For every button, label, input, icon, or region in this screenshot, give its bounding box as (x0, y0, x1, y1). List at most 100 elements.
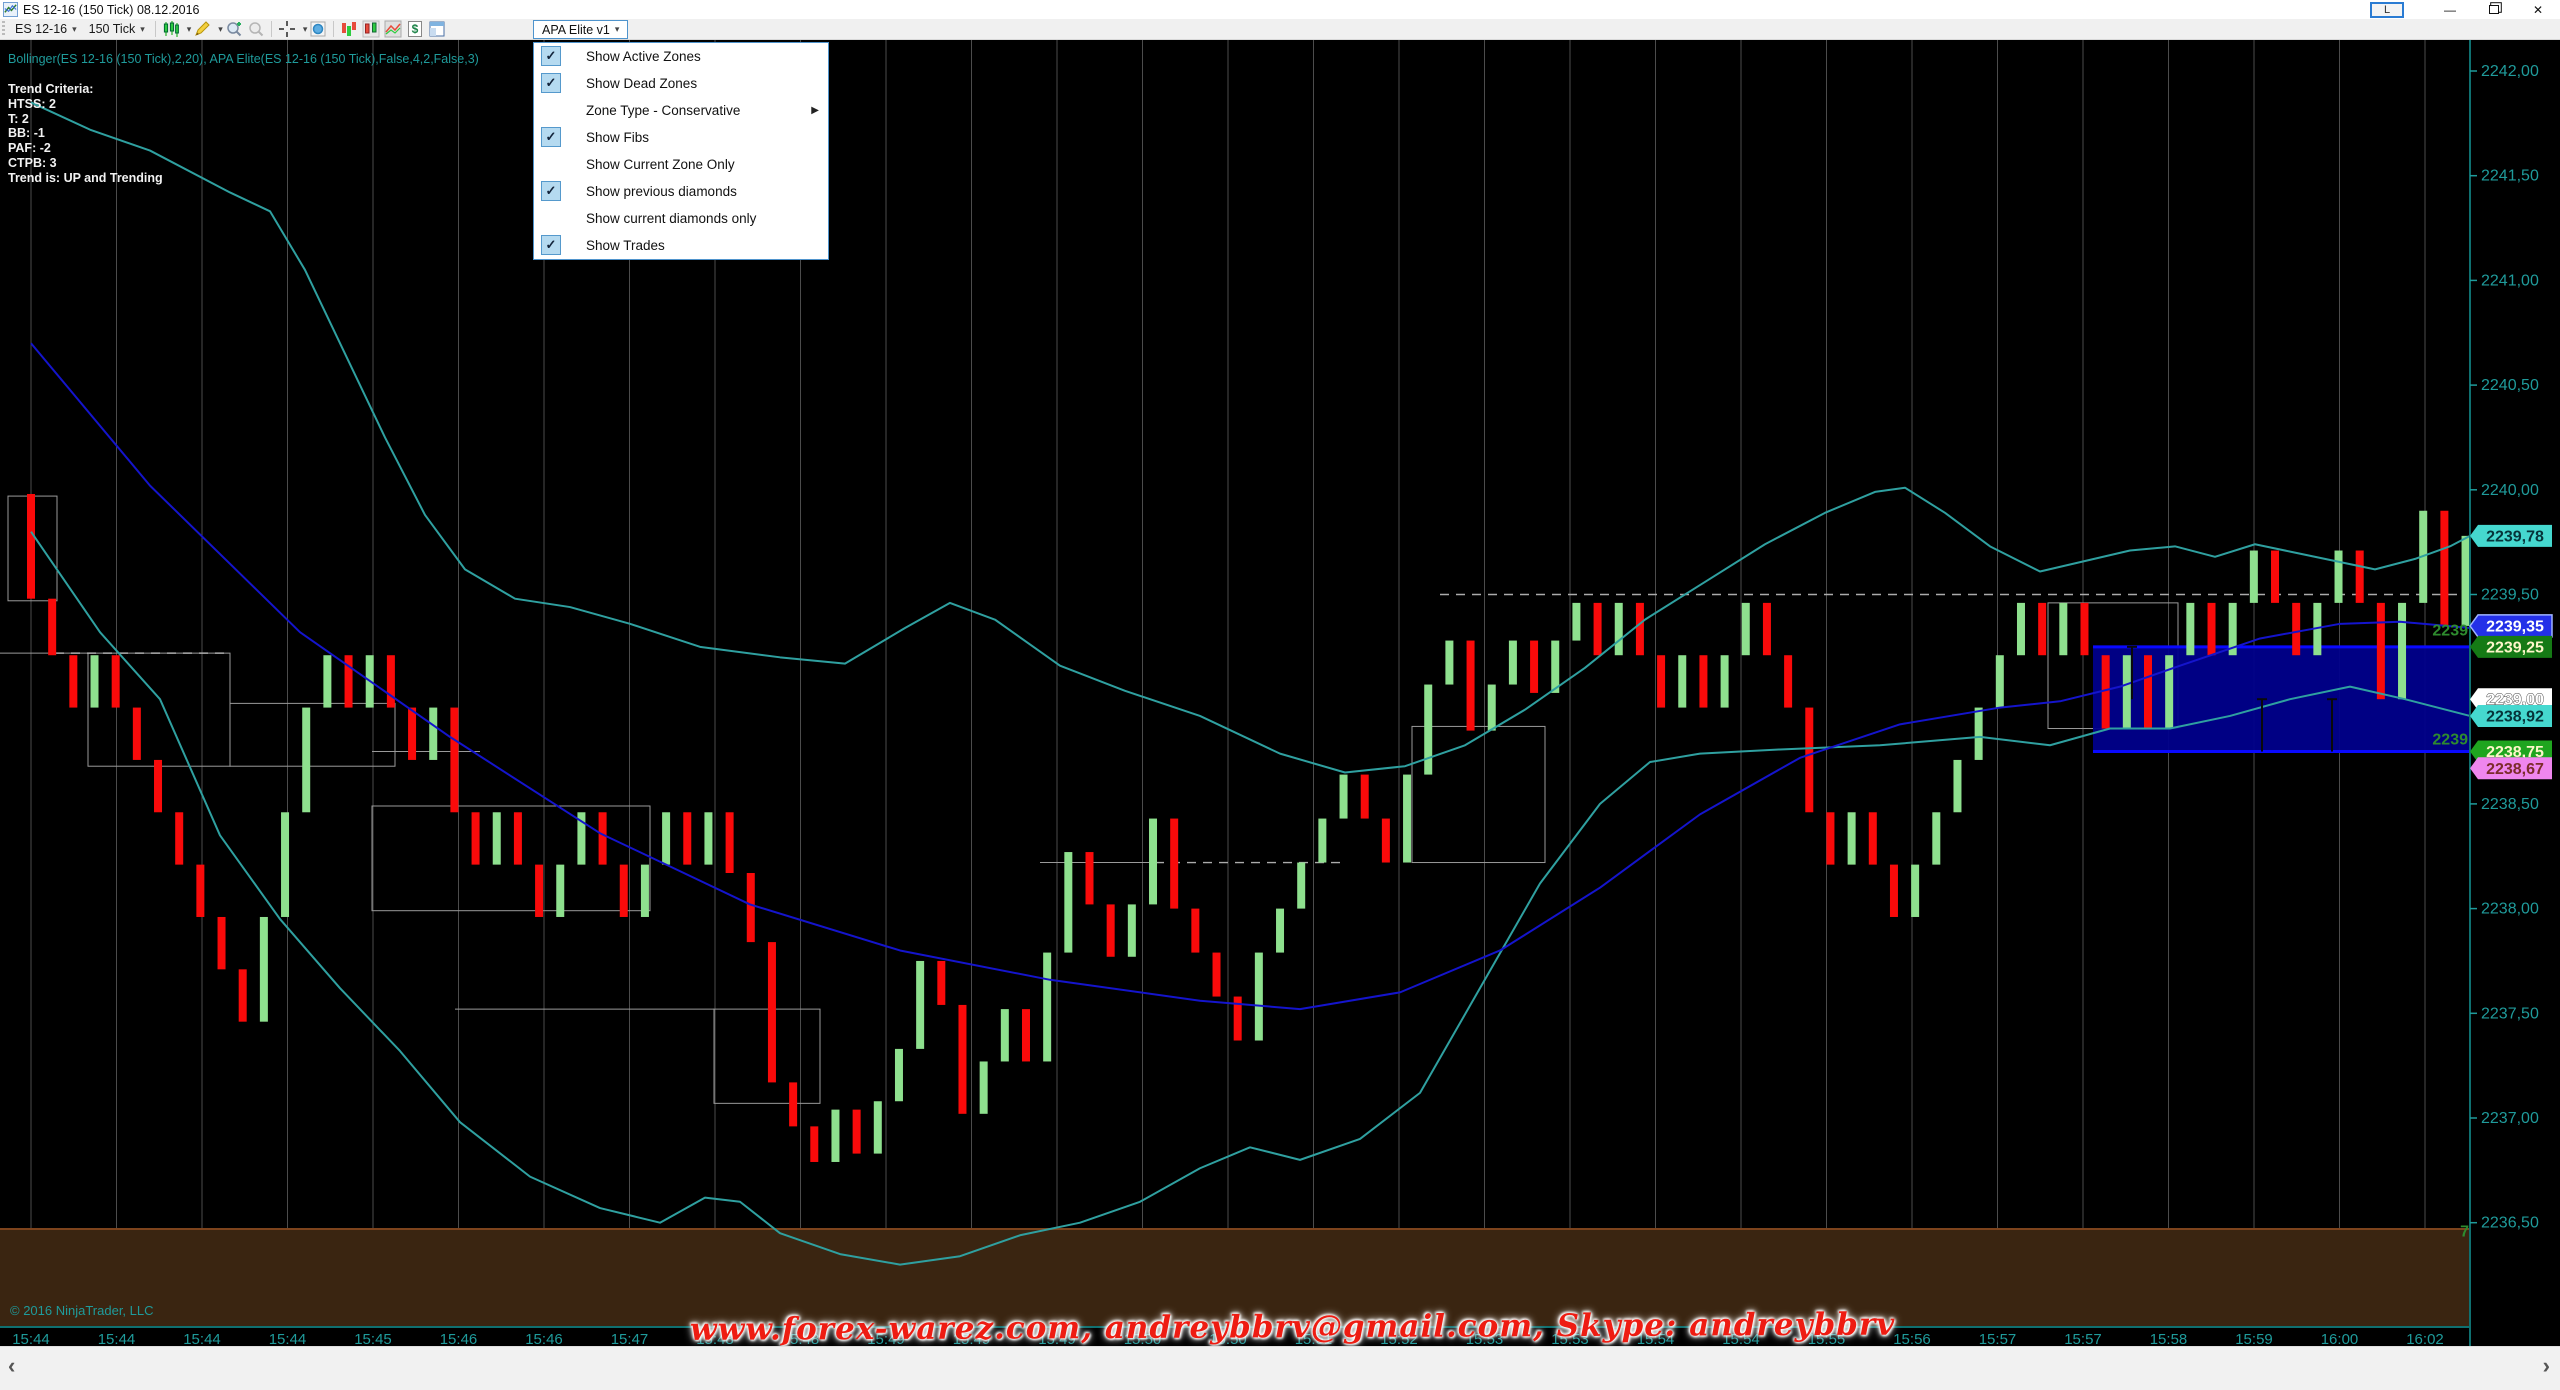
candle-down (450, 708, 458, 813)
candle-up (1975, 708, 1983, 760)
candle-down (2292, 603, 2300, 655)
candle-down (1699, 655, 1707, 707)
price-axis-label: 2242,00 (2481, 63, 2539, 80)
bar-type-button[interactable] (338, 20, 360, 38)
candle-up (2462, 536, 2470, 626)
time-axis-label: 15:48 (696, 1331, 734, 1346)
candle-up (556, 865, 564, 917)
horizontal-scrollbar[interactable]: ‹ › (0, 1346, 2560, 1390)
minimize-button[interactable]: — (2428, 0, 2472, 19)
zoom-out-button[interactable] (245, 20, 267, 38)
candle-down (514, 812, 522, 864)
candle-up (916, 961, 924, 1049)
crosshair-button[interactable] (276, 20, 298, 38)
candle-up (1340, 775, 1348, 819)
candle-down (2271, 551, 2279, 603)
candle-down (2356, 551, 2364, 603)
close-button[interactable]: ✕ (2516, 0, 2560, 19)
account-button[interactable]: $ (404, 20, 426, 38)
time-axis-label: 15:54 (1637, 1331, 1675, 1346)
l-button[interactable]: L (2370, 2, 2404, 18)
menu-item-show-previous-diamonds[interactable]: ✓Show previous diamonds (534, 178, 828, 205)
candle-up (874, 1101, 882, 1153)
checkbox-checked-icon: ✓ (541, 127, 561, 147)
price-axis-label: 2237,00 (2481, 1110, 2539, 1127)
drawing-tools-button[interactable] (191, 20, 213, 38)
scroll-left-arrow[interactable]: ‹ (8, 1353, 15, 1379)
price-axis-label: 2240,00 (2481, 482, 2539, 499)
candle-down (1763, 603, 1771, 655)
time-axis-label: 16:02 (2406, 1331, 2444, 1346)
candle-up (1128, 904, 1136, 956)
time-axis-label: 15:44 (183, 1331, 221, 1346)
candle-down (1361, 775, 1369, 819)
zoom-in-icon (225, 20, 243, 38)
strategy-select[interactable]: APA Elite v1▾ (533, 20, 628, 39)
candle-up (1996, 655, 2004, 707)
candle-up (1403, 775, 1411, 863)
candle-up (2335, 551, 2343, 603)
menu-item-show-current-zone-only[interactable]: Show Current Zone Only (534, 151, 828, 178)
candle-up (2165, 655, 2173, 728)
toolbar-grip[interactable] (2, 21, 5, 37)
menu-item-show-dead-zones[interactable]: ✓Show Dead Zones (534, 70, 828, 97)
candle-down (599, 812, 607, 864)
menu-item-show-active-zones[interactable]: ✓Show Active Zones (534, 43, 828, 70)
candle-up (1276, 909, 1284, 953)
menu-item-label: Show current diamonds only (586, 211, 756, 226)
menu-item-label: Zone Type - Conservative (586, 103, 740, 118)
menu-item-show-current-diamonds-only[interactable]: Show current diamonds only (534, 205, 828, 232)
line-chart-button[interactable] (382, 20, 404, 38)
candle-down (1170, 819, 1178, 909)
interval-select[interactable]: 150 Tick▾ (83, 20, 151, 38)
candle-down (2080, 603, 2088, 655)
candle-up (1001, 1009, 1009, 1061)
chevron-down-icon: ▾ (615, 24, 620, 35)
candle-up (260, 917, 268, 1022)
candle-up (1848, 812, 1856, 864)
candle-up (1911, 865, 1919, 917)
candles-icon (362, 20, 380, 38)
candle-up (1509, 641, 1517, 685)
time-axis-label: 15:50 (1124, 1331, 1162, 1346)
candle-up (429, 708, 437, 760)
menu-item-show-trades[interactable]: ✓Show Trades (534, 232, 828, 259)
price-axis-label: 2241,50 (2481, 168, 2539, 185)
time-axis-label: 15:58 (2150, 1331, 2188, 1346)
candle-type-button[interactable] (360, 20, 382, 38)
instrument-select[interactable]: ES 12-16▾ (9, 20, 83, 38)
candle-down (112, 655, 120, 707)
scroll-right-arrow[interactable]: › (2543, 1353, 2550, 1379)
price-tag-label: 2239,78 (2486, 528, 2544, 545)
time-axis-label: 15:54 (1722, 1331, 1760, 1346)
time-axis-label: 15:53 (1466, 1331, 1504, 1346)
chart-canvas[interactable]: 15:4415:4415:4415:4415:4515:4615:4615:47… (0, 40, 2560, 1346)
bars-icon (340, 20, 358, 38)
candle-down (133, 708, 141, 760)
candle-down (1086, 852, 1094, 904)
candle-down (2377, 603, 2385, 699)
candle-up (2398, 603, 2406, 699)
maximize-button[interactable] (2472, 0, 2516, 19)
menu-item-zone-type-conservative[interactable]: Zone Type - Conservative▶ (534, 97, 828, 124)
menu-item-show-fibs[interactable]: ✓ Show Fibs (534, 124, 828, 151)
menu-item-label: Show Fibs (586, 130, 649, 145)
zoom-in-button[interactable] (223, 20, 245, 38)
time-axis-label: 15:55 (1808, 1331, 1846, 1346)
bollinger-lower-band (31, 532, 2470, 1265)
chevron-down-icon: ▾ (140, 24, 145, 35)
panel-icon (428, 20, 446, 38)
time-axis-label: 15:44 (98, 1331, 136, 1346)
candle-up (1297, 863, 1305, 909)
zoom-region-button[interactable] (307, 20, 329, 38)
candle-down (853, 1110, 861, 1154)
candle-up (2186, 603, 2194, 655)
time-axis-label: 15:46 (525, 1331, 563, 1346)
properties-button[interactable] (426, 20, 448, 38)
checkbox-checked-icon: ✓ (541, 181, 561, 201)
chart-style-button[interactable] (160, 20, 182, 38)
candle-up (1551, 641, 1559, 693)
price-axis-label: 2241,00 (2481, 272, 2539, 289)
line-chart-icon (384, 20, 402, 38)
candle-up (323, 655, 331, 707)
